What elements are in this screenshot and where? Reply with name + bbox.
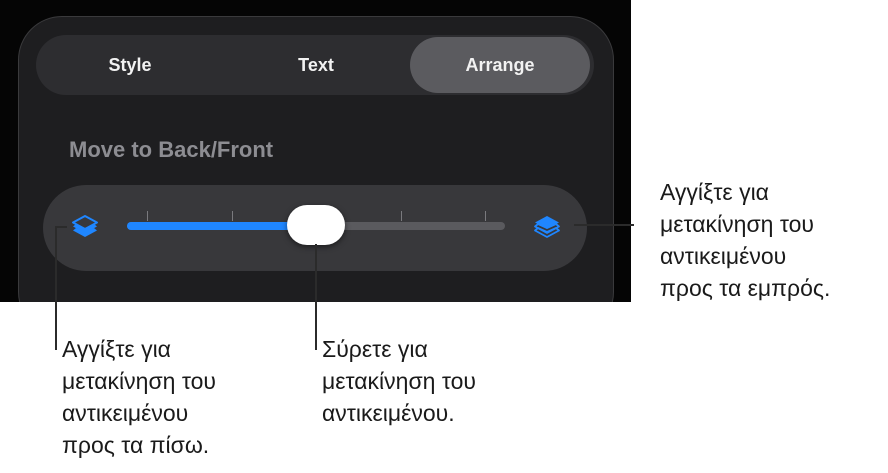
callout-line-front bbox=[574, 224, 634, 226]
slider-thumb[interactable] bbox=[287, 205, 345, 245]
slider-tick bbox=[485, 211, 486, 221]
layers-front-icon[interactable] bbox=[527, 208, 567, 248]
callout-line-back bbox=[55, 226, 57, 350]
slider-tick bbox=[231, 211, 233, 221]
slider-tick bbox=[147, 211, 148, 221]
callout-line-drag bbox=[315, 244, 317, 350]
callout-back: Αγγίξτε για μετακίνηση του αντικειμένου … bbox=[62, 336, 216, 458]
format-tab-bar: Style Text Arrange bbox=[36, 35, 594, 95]
slider-tick bbox=[400, 211, 402, 221]
layers-back-icon[interactable] bbox=[65, 208, 105, 248]
callout-line-back-hook bbox=[55, 226, 67, 228]
section-title: Move to Back/Front bbox=[69, 137, 274, 162]
tab-text[interactable]: Text bbox=[222, 37, 410, 93]
callout-drag: Σύρετε για μετακίνηση του αντικειμένου. bbox=[322, 336, 476, 426]
tab-arrange[interactable]: Arrange bbox=[410, 37, 590, 93]
callout-front: Αγγίξτε για μετακίνηση του αντικειμένου … bbox=[660, 179, 831, 301]
tab-style[interactable]: Style bbox=[36, 37, 224, 93]
